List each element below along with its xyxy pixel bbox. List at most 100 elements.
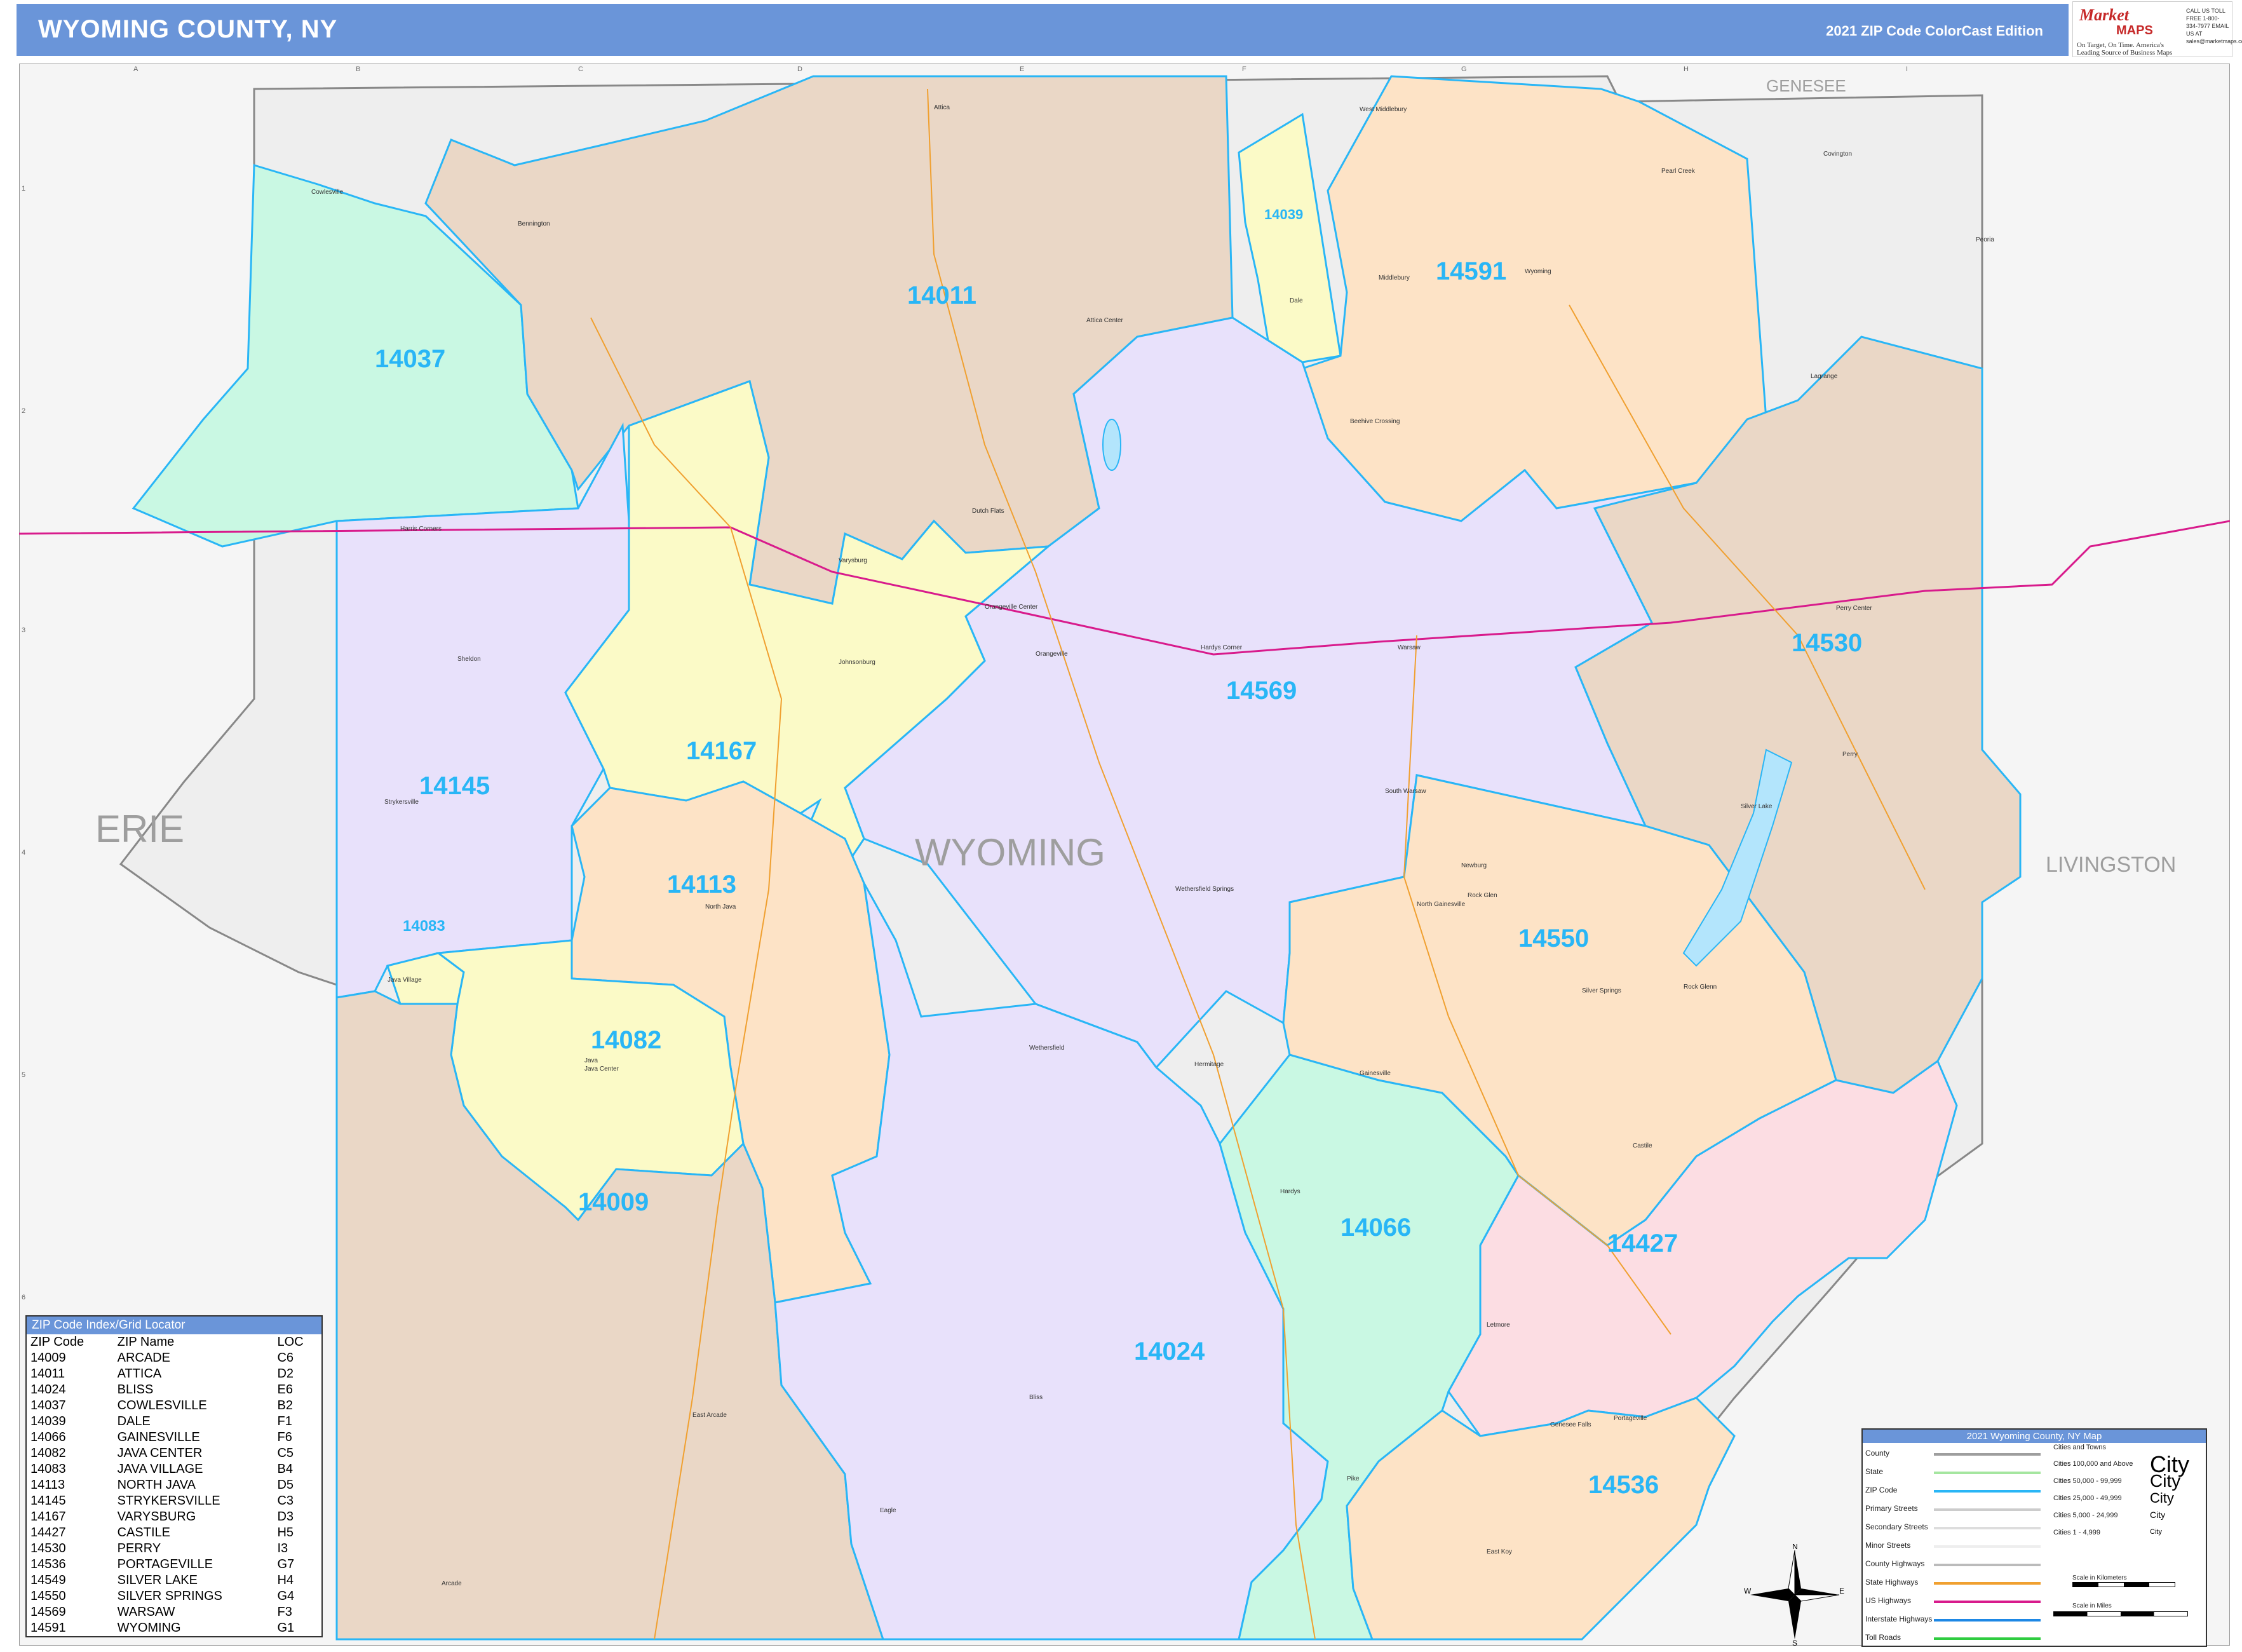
logo-contact: CALL US TOLL FREE 1-800-334-7977 EMAIL U… <box>2186 8 2242 44</box>
scale-mi-bar <box>2053 1611 2188 1616</box>
legend-city-label: Cities 25,000 - 49,999 <box>2053 1494 2122 1502</box>
town-label: Gainesville <box>1360 1070 1391 1077</box>
town-label: North Java <box>705 904 736 911</box>
legend-item-swatch <box>1934 1582 2041 1585</box>
zip-index-loc: B2 <box>277 1398 293 1412</box>
town-label: Peoria <box>1976 236 1994 243</box>
legend-item-label: Secondary Streets <box>1865 1522 1928 1531</box>
zip-index-loc: B4 <box>277 1462 293 1476</box>
compass-s: S <box>1792 1639 1797 1646</box>
scale-mi-label: Scale in Miles <box>2072 1602 2112 1609</box>
zip-index-code: 14037 <box>30 1398 66 1412</box>
town-label: Java Village <box>388 977 422 984</box>
zip-index-name: CASTILE <box>117 1526 170 1540</box>
legend-item-label: County <box>1865 1449 1890 1458</box>
zip-index-code: 14011 <box>30 1367 65 1381</box>
zip-index-header: ZIP Code <box>30 1335 84 1349</box>
compass-w: W <box>1744 1587 1752 1595</box>
zip-index-row: 14145 STRYKERSVILLE C3 <box>27 1493 321 1509</box>
town-label: Wyoming <box>1525 268 1551 275</box>
county-name-label: WYOMING <box>915 831 1105 874</box>
market-maps-logo: Market MAPS On Target, On Time. America'… <box>2072 1 2242 57</box>
zip-area-14591[interactable] <box>1301 75 1767 522</box>
zip-index-header-row: ZIP Code ZIP Name LOC <box>27 1334 321 1350</box>
zip-index-name: ATTICA <box>117 1367 162 1381</box>
legend-item-swatch <box>1934 1490 2041 1493</box>
scale-km-label: Scale in Kilometers <box>2072 1574 2127 1581</box>
zip-index-row: 14427 CASTILE H5 <box>27 1525 321 1541</box>
grid-col-label: D <box>797 65 802 73</box>
town-label: Castile <box>1633 1142 1652 1149</box>
grid-col-label: E <box>1020 65 1024 73</box>
town-label: Covington <box>1823 151 1852 158</box>
town-label: Orangeville Center <box>985 604 1038 611</box>
legend-item-label: US Highways <box>1865 1596 1912 1605</box>
compass-rose-icon: N S E W <box>1744 1544 1844 1646</box>
town-label: West Middlebury <box>1360 106 1407 113</box>
zip-index-loc: D2 <box>277 1367 294 1381</box>
grid-row-label: 3 <box>22 626 25 634</box>
zip-index-name: ARCADE <box>117 1351 170 1365</box>
zip-label-14083: 14083 <box>403 917 445 935</box>
zip-index-name: WARSAW <box>117 1605 175 1619</box>
town-label: Varysburg <box>839 557 867 564</box>
zip-index-loc: G4 <box>277 1589 295 1603</box>
zip-index-name: GAINESVILLE <box>117 1430 200 1444</box>
zip-index-row: 14066 GAINESVILLE F6 <box>27 1430 321 1446</box>
zip-index-name: SILVER LAKE <box>117 1573 198 1587</box>
zip-index-loc: C5 <box>277 1446 294 1460</box>
zip-index-loc: G1 <box>277 1621 295 1635</box>
zip-index-row: 14024 BLISS E6 <box>27 1382 321 1398</box>
town-label: Silver Springs <box>1582 987 1621 994</box>
town-label: Hermitage <box>1194 1061 1224 1068</box>
zip-index-row: 14083 JAVA VILLAGE B4 <box>27 1461 321 1477</box>
town-label: North Gainesville <box>1417 901 1466 908</box>
town-label: Genesee Falls <box>1550 1421 1591 1428</box>
zip-index-row: 14536 PORTAGEVILLE G7 <box>27 1557 321 1573</box>
grid-col-label: A <box>133 65 138 73</box>
zip-index-row: 14009 ARCADE C6 <box>27 1350 321 1366</box>
grid-col-label: B <box>356 65 360 73</box>
grid-col-label: F <box>1242 65 1246 73</box>
zip-index-row: 14082 JAVA CENTER C5 <box>27 1446 321 1461</box>
zip-map[interactable]: 14037 14011 14039 14591 14530 14569 1414… <box>19 64 2230 1646</box>
zip-label-14066: 14066 <box>1340 1214 1411 1242</box>
town-label: Wethersfield Springs <box>1175 886 1234 893</box>
zip-index-code: 14549 <box>30 1573 66 1587</box>
zip-index-row: 14569 WARSAW F3 <box>27 1604 321 1620</box>
town-label: Java <box>584 1057 598 1064</box>
zip-label-14037: 14037 <box>375 345 445 373</box>
town-label: Eagle <box>880 1507 896 1514</box>
lake-attica <box>1102 419 1121 471</box>
map-header: WYOMING COUNTY, NY 2021 ZIP Code ColorCa… <box>17 4 2069 56</box>
zip-index-code: 14009 <box>30 1351 66 1365</box>
zip-index-row: 14011 ATTICA D2 <box>27 1366 321 1382</box>
town-label: Harris Corners <box>400 525 442 532</box>
town-label: Hardys Corner <box>1201 644 1243 651</box>
zip-index-row: 14591 WYOMING G1 <box>27 1620 321 1636</box>
legend-title: 2021 Wyoming County, NY Map <box>1863 1430 2206 1443</box>
zip-code-index: ZIP Code Index/Grid Locator ZIP Code ZIP… <box>25 1315 323 1637</box>
town-label: Portageville <box>1614 1415 1647 1422</box>
zip-index-name: STRYKERSVILLE <box>117 1494 220 1508</box>
zip-label-14024: 14024 <box>1134 1337 1205 1365</box>
zip-label-14082: 14082 <box>591 1026 661 1054</box>
zip-index-name: PORTAGEVILLE <box>117 1557 213 1571</box>
legend-item-swatch <box>1934 1545 2041 1548</box>
grid-row-label: 6 <box>22 1294 25 1301</box>
zip-index-row: 14037 COWLESVILLE B2 <box>27 1398 321 1414</box>
zip-index-code: 14550 <box>30 1589 66 1603</box>
town-label: Strykersville <box>384 799 419 806</box>
logo-tagline: On Target, On Time. America's Leading So… <box>2077 41 2173 57</box>
zip-index-name: PERRY <box>117 1541 161 1555</box>
zip-index-code: 14039 <box>30 1414 66 1428</box>
zip-label-14039: 14039 <box>1264 207 1303 222</box>
zip-index-loc: G7 <box>277 1557 295 1571</box>
zip-index-row: 14167 VARYSBURG D3 <box>27 1509 321 1525</box>
zip-index-loc: F3 <box>277 1605 292 1619</box>
town-label: Java Center <box>584 1066 619 1073</box>
zip-index-header: LOC <box>277 1335 304 1349</box>
legend-city-label: Cities 50,000 - 99,999 <box>2053 1477 2122 1485</box>
zip-index-loc: F6 <box>277 1430 292 1444</box>
zip-index-loc: C6 <box>277 1351 294 1365</box>
